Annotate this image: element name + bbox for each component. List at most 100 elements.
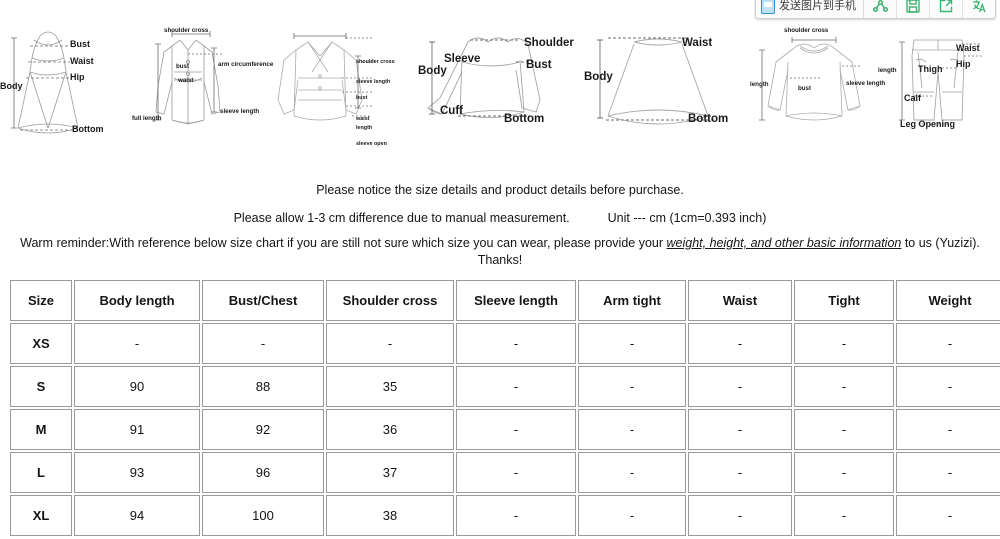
size-chart-table: Size Body length Bust/Chest Shoulder cro…: [8, 278, 1000, 538]
jacket-label-sleeve-length: sleeve length: [356, 79, 391, 85]
cell-weight: -: [896, 495, 1000, 536]
coat-label-shoulder-cross: shoulder cross: [164, 27, 209, 34]
sweatshirt-diagram: shoulder cross bust sleeve length length: [750, 16, 885, 156]
cell-sleeve-length: -: [456, 323, 576, 364]
cell-size: L: [10, 452, 72, 493]
coat-label-bust: bust: [176, 63, 190, 70]
skirt-label-body: Body: [584, 71, 613, 83]
measurement-diagram-strip: Body Bust Waist Hip Bottom shoulder cros…: [0, 16, 1000, 156]
phone-icon: [761, 0, 775, 14]
coat-label-full-length: full length: [132, 115, 162, 122]
cell-size: M: [10, 409, 72, 450]
pants-label-calf: Calf: [904, 93, 922, 103]
jacket-label-bust: bust: [356, 95, 368, 101]
header-shoulder-cross: Shoulder cross: [326, 280, 454, 321]
header-tight: Tight: [794, 280, 894, 321]
share-icon[interactable]: [864, 0, 897, 18]
dress-label-hip: Hip: [70, 72, 85, 82]
notice-line-2: Please allow 1-3 cm difference due to ma…: [0, 211, 1000, 225]
save-icon[interactable]: [897, 0, 930, 18]
skirt-label-bottom: Bottom: [688, 113, 729, 125]
table-row: L 93 96 37 - - - - -: [10, 452, 1000, 493]
pants-diagram: Waist Hip Thigh Calf Leg Opening length: [878, 16, 1000, 156]
coat-label-sleeve-length: sleeve length: [220, 108, 260, 115]
warm-reminder-prefix: Warm reminder:With reference below size …: [20, 236, 667, 250]
cell-bust-chest: 88: [202, 366, 324, 407]
cell-arm-tight: -: [578, 366, 686, 407]
sweater-label-body: Body: [418, 65, 447, 77]
header-sleeve-length: Sleeve length: [456, 280, 576, 321]
size-chart-header-row: Size Body length Bust/Chest Shoulder cro…: [10, 280, 1000, 321]
translate-icon[interactable]: [963, 0, 995, 18]
jacket-label-sleeve-open: sleeve open: [356, 141, 387, 147]
header-body-length: Body length: [74, 280, 200, 321]
cell-shoulder-cross: 35: [326, 366, 454, 407]
sweatshirt-label-shoulder-cross: shoulder cross: [784, 27, 829, 34]
table-row: XL 94 100 38 - - - - -: [10, 495, 1000, 536]
cell-tight: -: [794, 409, 894, 450]
coat-label-waist: waist: [178, 77, 194, 84]
warm-reminder-emphasis: weight, height, and other basic informat…: [666, 236, 902, 250]
pants-label-leg-opening: Leg Opening: [900, 119, 955, 129]
cell-tight: -: [794, 366, 894, 407]
notice-line-3: Warm reminder:With reference below size …: [0, 236, 1000, 250]
notice-unit: Unit --- cm (1cm=0.393 inch): [607, 211, 767, 225]
jacket-label-shoulder-cross: shoulder cross: [356, 59, 395, 65]
cell-shoulder-cross: -: [326, 323, 454, 364]
cell-arm-tight: -: [578, 452, 686, 493]
size-chart-page: 发送图片到手机 Body Bust Waist Hip Bottom shoul…: [0, 0, 1000, 539]
dress-label-body: Body: [0, 81, 23, 91]
cell-bust-chest: 100: [202, 495, 324, 536]
coat-diagram: shoulder cross arm circumference bust wa…: [128, 16, 273, 156]
send-image-to-phone-label: 发送图片到手机: [779, 0, 856, 12]
header-bust-chest: Bust/Chest: [202, 280, 324, 321]
cell-shoulder-cross: 38: [326, 495, 454, 536]
cell-size: XL: [10, 495, 72, 536]
sweatshirt-label-length: length: [750, 81, 769, 88]
sweatshirt-label-bust: bust: [798, 85, 812, 92]
cell-weight: -: [896, 366, 1000, 407]
table-row: XS - - - - - - - -: [10, 323, 1000, 364]
jacket-label-waist: waist: [356, 116, 370, 122]
sweater-diagram: Shoulder Bust Body Sleeve Cuff Bottom: [412, 16, 582, 156]
pants-label-length: length: [878, 67, 897, 74]
cell-tight: -: [794, 495, 894, 536]
cell-body-length: 93: [74, 452, 200, 493]
cell-weight: -: [896, 452, 1000, 493]
notice-line-1: Please notice the size details and produ…: [316, 183, 684, 197]
header-weight: Weight: [896, 280, 1000, 321]
header-waist: Waist: [688, 280, 792, 321]
header-size: Size: [10, 280, 72, 321]
dress-label-bottom: Bottom: [72, 124, 104, 134]
notice-line-4: Thanks!: [477, 253, 523, 267]
warm-reminder-suffix: to us (Yuzizi).: [901, 236, 980, 250]
header-arm-tight: Arm tight: [578, 280, 686, 321]
send-image-to-phone-button[interactable]: 发送图片到手机: [756, 0, 864, 18]
jacket-diagram: shoulder cross sleeve length bust waist …: [260, 16, 412, 156]
cell-bust-chest: -: [202, 323, 324, 364]
cell-waist: -: [688, 452, 792, 493]
cell-waist: -: [688, 495, 792, 536]
cell-arm-tight: -: [578, 495, 686, 536]
extension-toolbar[interactable]: 发送图片到手机: [755, 0, 996, 19]
open-icon[interactable]: [930, 0, 963, 18]
cell-waist: -: [688, 366, 792, 407]
sweater-label-bust: Bust: [526, 59, 552, 71]
cell-shoulder-cross: 36: [326, 409, 454, 450]
cell-body-length: 90: [74, 366, 200, 407]
cell-tight: -: [794, 452, 894, 493]
cell-body-length: -: [74, 323, 200, 364]
sweater-label-sleeve: Sleeve: [444, 53, 481, 65]
cell-sleeve-length: -: [456, 452, 576, 493]
cell-arm-tight: -: [578, 409, 686, 450]
pants-label-waist: Waist: [956, 43, 980, 53]
cell-sleeve-length: -: [456, 366, 576, 407]
cell-waist: -: [688, 409, 792, 450]
cell-sleeve-length: -: [456, 495, 576, 536]
table-row: S 90 88 35 - - - - -: [10, 366, 1000, 407]
dress-label-bust: Bust: [70, 39, 90, 49]
cell-size: XS: [10, 323, 72, 364]
cell-weight: -: [896, 323, 1000, 364]
sweater-label-cuff: Cuff: [440, 105, 463, 117]
cell-bust-chest: 92: [202, 409, 324, 450]
